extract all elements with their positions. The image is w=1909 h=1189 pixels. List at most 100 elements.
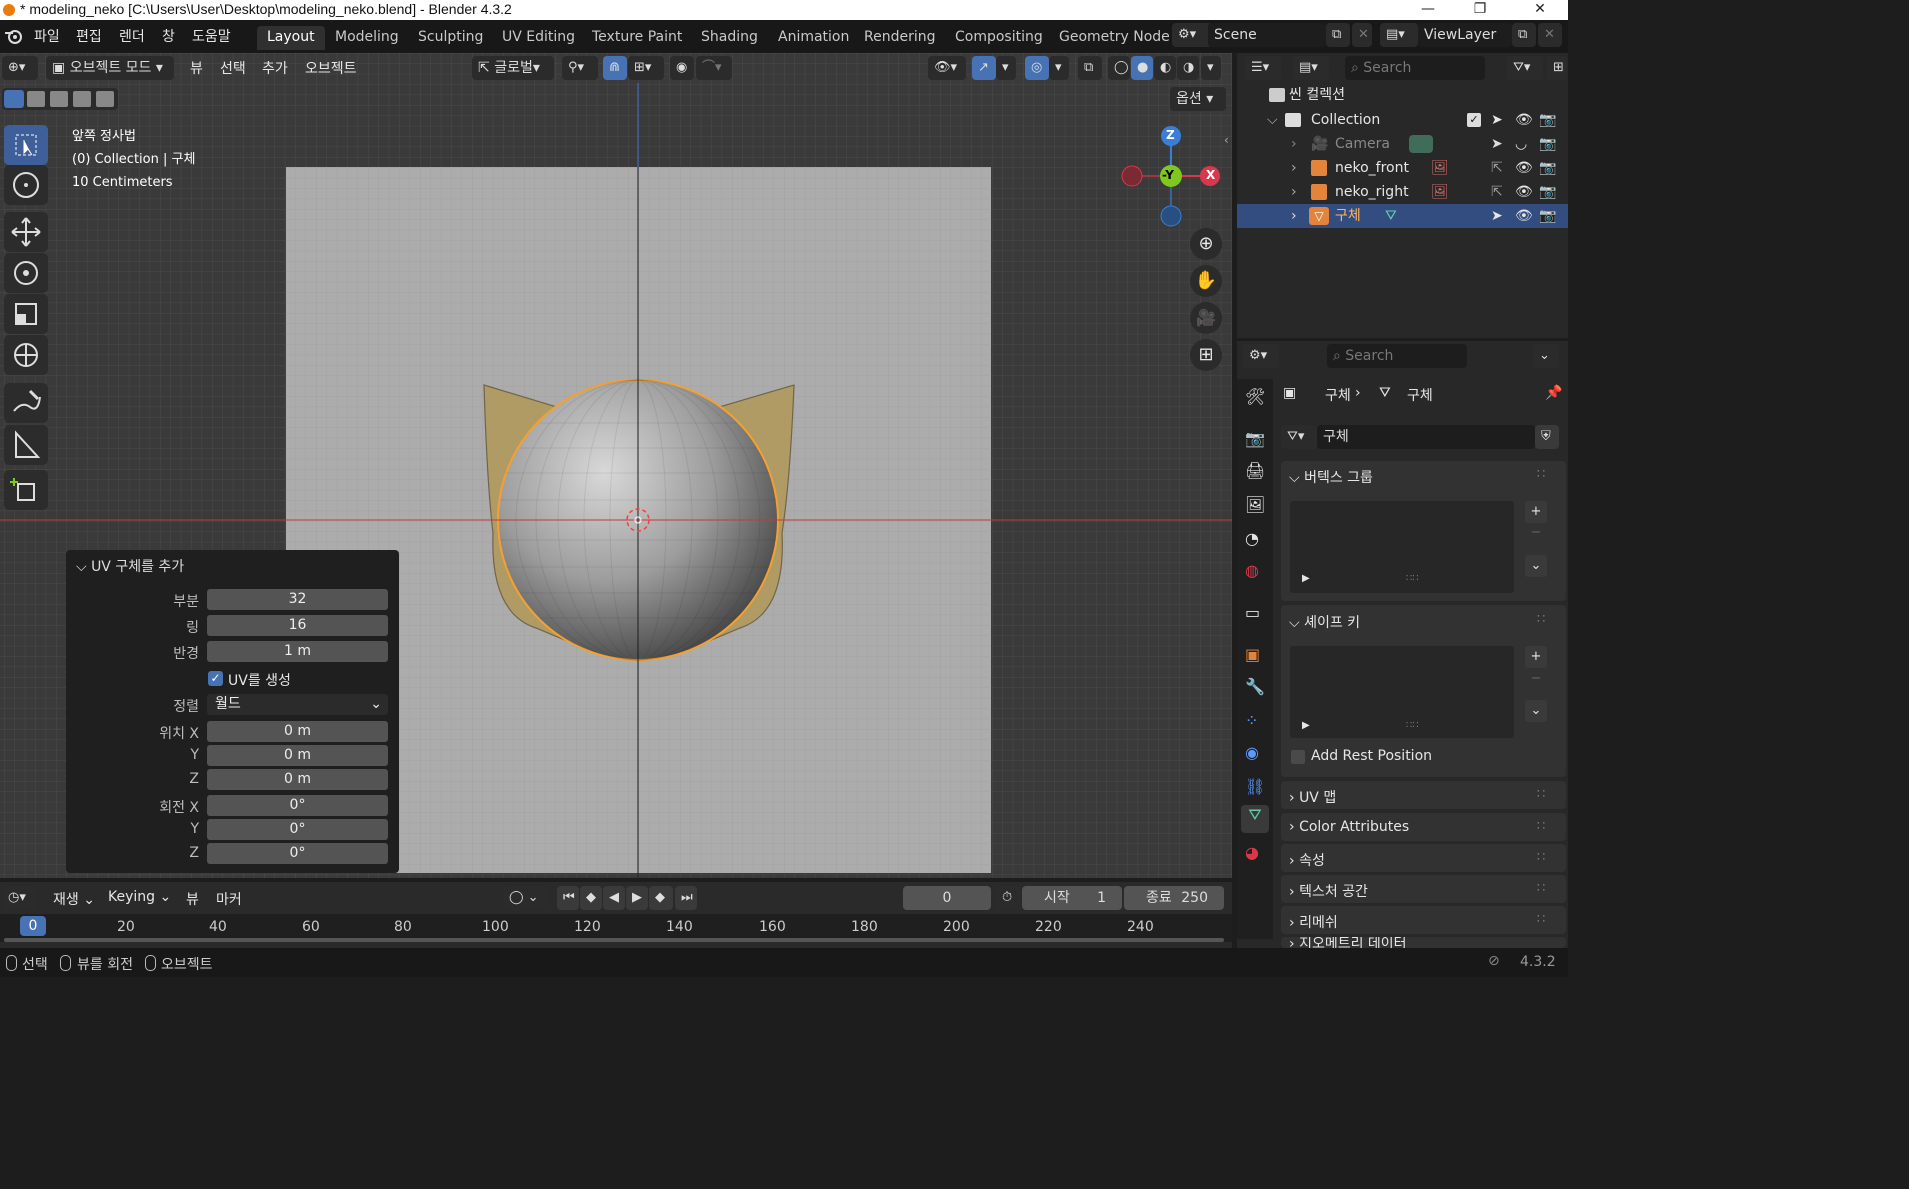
selectable-icon[interactable]: ➤ <box>1491 132 1503 156</box>
list-resize-handle-icon[interactable]: ∷∷ <box>1406 573 1419 584</box>
drag-handle-icon[interactable]: ∷ <box>1537 912 1545 927</box>
radius-field[interactable]: 1 m <box>207 641 388 662</box>
menu-window[interactable]: 창 <box>162 26 175 46</box>
constraints-tab-icon[interactable]: ⛓ <box>1245 777 1265 796</box>
rotation-y-field[interactable]: 0° <box>207 819 388 840</box>
expand-collection-icon[interactable]: ⌵ <box>1267 108 1278 132</box>
expand-icon[interactable]: › <box>1291 156 1297 180</box>
fake-user-shield-icon[interactable]: ⛨ <box>1535 425 1559 449</box>
pivot-point-icon[interactable]: ⚲▾ <box>562 56 598 80</box>
location-y-field[interactable]: 0 m <box>207 745 388 766</box>
render-camera-icon[interactable]: 📷 <box>1539 132 1556 156</box>
wireframe-shading-icon[interactable]: ◯ <box>1108 56 1130 80</box>
sidebar-toggle-icon[interactable]: ‹ <box>1224 133 1229 147</box>
menu-render[interactable]: 렌더 <box>119 26 145 46</box>
drag-handle-icon[interactable]: ∷ <box>1537 787 1545 802</box>
proportional-edit-icon[interactable]: ◉ <box>670 56 694 80</box>
attributes-panel[interactable]: › 속성 ∷ <box>1281 844 1566 872</box>
zoom-icon[interactable]: ⊕ <box>1190 228 1222 260</box>
tab-sculpting[interactable]: Sculpting <box>408 26 493 50</box>
color-attributes-panel[interactable]: › Color Attributes ∷ <box>1281 813 1566 841</box>
drag-handle-icon[interactable]: ∷ <box>1537 467 1545 482</box>
vertex-group-specials-icon[interactable]: ⌄ <box>1525 555 1547 577</box>
menu-help[interactable]: 도움말 <box>192 26 231 46</box>
eye-icon[interactable]: 👁 <box>1515 204 1533 228</box>
geometry-data-panel[interactable]: › 지오메트리 데이터 <box>1281 937 1566 948</box>
expand-icon[interactable]: › <box>1291 180 1297 204</box>
viewlayer-selector[interactable]: ▤▾ <box>1380 23 1418 47</box>
drag-handle-icon[interactable]: ∷ <box>1537 819 1545 834</box>
generate-uv-checkbox[interactable]: ✓ <box>208 671 223 686</box>
menu-marker[interactable]: 마커 <box>216 889 242 909</box>
cursor-tool[interactable] <box>4 165 48 205</box>
outliner-editor-type-icon[interactable]: ☰▾ <box>1245 56 1281 80</box>
list-expand-icon[interactable]: ▶ <box>1302 573 1310 584</box>
render-camera-icon[interactable]: 📷 <box>1539 108 1556 132</box>
tab-uv-editing[interactable]: UV Editing <box>492 26 585 50</box>
visibility-icon[interactable]: 👁▾ <box>928 56 966 80</box>
editor-type-icon[interactable]: ⊕▾ <box>2 56 38 80</box>
properties-options-icon[interactable]: ⌄ <box>1533 344 1559 368</box>
drag-handle-icon[interactable]: ∷ <box>1537 881 1545 896</box>
scale-tool[interactable] <box>4 294 48 334</box>
eye-icon[interactable]: 👁 <box>1515 108 1533 132</box>
add-shape-key-icon[interactable]: + <box>1525 646 1547 668</box>
align-dropdown[interactable]: 월드 ⌄ <box>207 694 388 715</box>
menu-add[interactable]: 추가 <box>262 58 288 78</box>
shading-dropdown-icon[interactable]: ▾ <box>1201 56 1221 80</box>
outliner-item-neko-right[interactable]: › neko_right 🖼 ⇱ 👁 📷 <box>1237 180 1568 204</box>
pan-hand-icon[interactable]: ✋ <box>1190 265 1222 297</box>
blender-menu-icon[interactable] <box>4 28 22 44</box>
location-x-field[interactable]: 0 m <box>207 721 388 742</box>
tab-modeling[interactable]: Modeling <box>325 26 409 50</box>
mesh-name-field[interactable]: 구체 <box>1317 425 1535 449</box>
location-z-field[interactable]: 0 m <box>207 769 388 790</box>
close-icon[interactable]: ✕ <box>1520 0 1560 20</box>
mesh-data-tab-icon[interactable]: ⛛ <box>1241 805 1269 833</box>
xray-toggle-icon[interactable]: ⧉ <box>1078 56 1102 80</box>
tab-geometry-nodes[interactable]: Geometry Node <box>1049 26 1180 50</box>
segments-field[interactable]: 32 <box>207 589 388 610</box>
remesh-panel[interactable]: › 리메쉬 ∷ <box>1281 906 1566 934</box>
rotation-x-field[interactable]: 0° <box>207 795 388 816</box>
selectable-icon[interactable]: ⇱ <box>1491 156 1503 180</box>
outliner-item-neko-front[interactable]: › neko_front 🖼 ⇱ 👁 📷 <box>1237 156 1568 180</box>
play-icon[interactable]: ▶ <box>626 886 648 910</box>
mesh-datablock-selector[interactable]: ⛛▾ <box>1281 425 1317 449</box>
drag-handle-icon[interactable]: ∷ <box>1537 612 1545 627</box>
render-tab-icon[interactable]: 📷 <box>1245 429 1265 448</box>
physics-tab-icon[interactable]: ◉ <box>1245 743 1259 762</box>
menu-keying[interactable]: Keying ⌄ <box>108 889 171 905</box>
shape-keys-list[interactable]: ▶ ∷∷ <box>1290 646 1514 738</box>
jump-to-end-icon[interactable]: ⏭ <box>675 886 697 910</box>
gizmo-dropdown-icon[interactable]: ▾ <box>996 56 1016 80</box>
remove-shape-key-icon[interactable]: − <box>1525 671 1547 691</box>
vertex-groups-list[interactable]: ▶ ∷∷ <box>1290 501 1514 593</box>
solid-shading-icon[interactable]: ● <box>1131 56 1153 80</box>
add-rest-position-checkbox[interactable] <box>1291 750 1305 764</box>
annotate-tool[interactable] <box>4 383 48 423</box>
3d-viewport[interactable]: ⊕▾ ▣ 오브젝트 모드 ▾ 뷰 선택 추가 오브젝트 ⇱ 글로벌▾ ⚲▾ ⋒ … <box>0 53 1232 878</box>
menu-edit[interactable]: 편집 <box>76 26 102 46</box>
gizmo-toggle-icon[interactable]: ↗ <box>972 56 996 80</box>
filter-icon[interactable]: ⛛▾ <box>1507 56 1543 80</box>
add-vertex-group-icon[interactable]: + <box>1525 501 1547 523</box>
timeline-scrollbar[interactable] <box>4 938 1224 942</box>
scene-selector[interactable]: ⚙▾ <box>1172 23 1212 47</box>
new-scene-icon[interactable]: ⧉ <box>1326 23 1350 47</box>
collection-include-checkbox[interactable]: ✓ <box>1467 113 1481 127</box>
selectable-icon[interactable]: ⇱ <box>1491 180 1503 204</box>
pin-icon[interactable]: 📌 <box>1545 385 1562 401</box>
shape-key-specials-icon[interactable]: ⌄ <box>1525 700 1547 722</box>
tool-tab-icon[interactable]: 🛠 <box>1245 387 1265 406</box>
select-invert-icon[interactable] <box>73 91 91 107</box>
tab-compositing[interactable]: Compositing <box>945 26 1053 50</box>
mode-selector[interactable]: ▣ 오브젝트 모드 ▾ <box>46 56 174 80</box>
properties-editor-type-icon[interactable]: ⚙▾ <box>1243 344 1279 368</box>
properties-search[interactable]: ⌕ Search <box>1327 344 1467 368</box>
list-resize-handle-icon[interactable]: ∷∷ <box>1406 720 1419 731</box>
play-reverse-icon[interactable]: ◀ <box>603 886 625 910</box>
scene-tab-icon[interactable]: ◔ <box>1245 529 1259 548</box>
select-new-icon[interactable] <box>4 90 24 108</box>
select-intersect-icon[interactable] <box>96 91 114 107</box>
